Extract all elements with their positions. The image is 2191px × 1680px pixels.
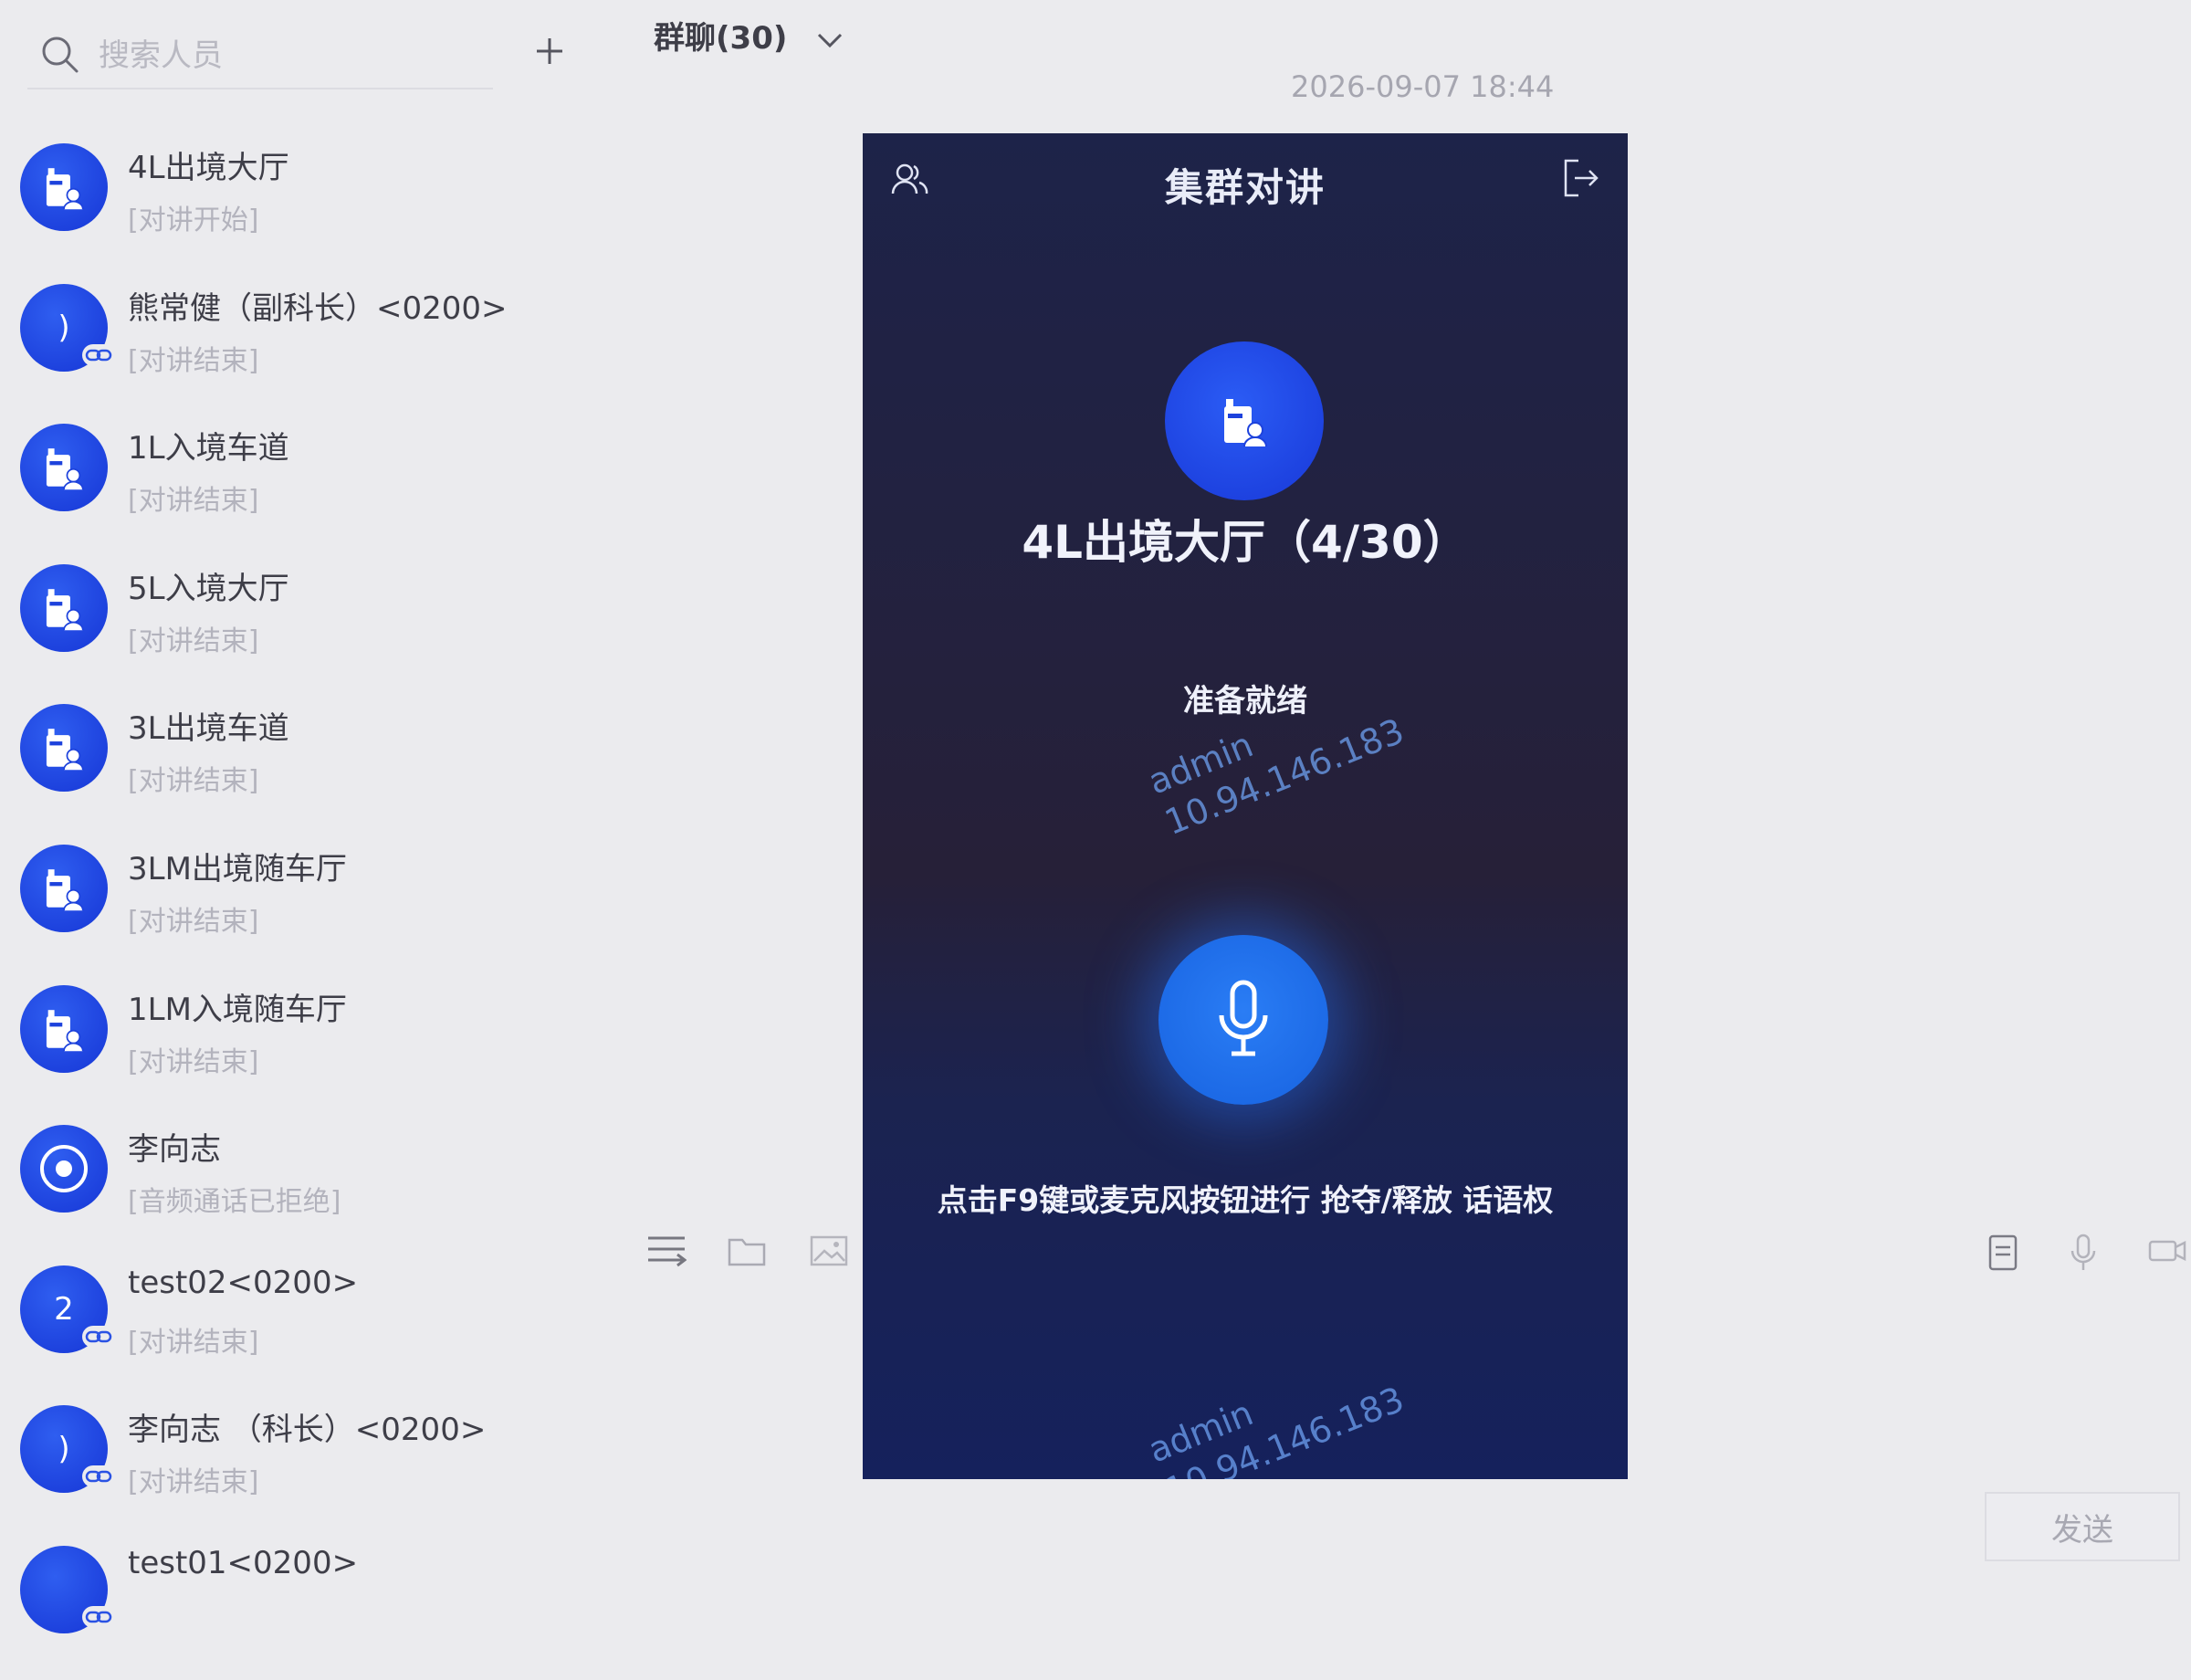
contact-list-item[interactable]: ) 李向志 （科长）<0200> [对讲结束] bbox=[0, 1399, 584, 1539]
search-input[interactable] bbox=[97, 33, 484, 79]
send-button[interactable]: 发送 bbox=[1985, 1492, 2180, 1561]
search-box bbox=[27, 26, 493, 89]
add-icon[interactable] bbox=[529, 31, 570, 71]
walkie-talkie-icon[interactable] bbox=[1987, 1233, 2019, 1276]
contact-status: [对讲结束] bbox=[128, 625, 259, 657]
image-icon[interactable] bbox=[809, 1233, 849, 1273]
contact-name: 熊常健（副科长）<0200> bbox=[128, 289, 508, 327]
contact-sidebar: 4L出境大厅 [对讲开始]) 熊常健（副科长）<0200> [对讲结束] 1L入境车道 [… bbox=[0, 0, 584, 1633]
watermark: admin 10.94.146.183 bbox=[1142, 1379, 1410, 1479]
contact-list-item[interactable]: test01<0200> bbox=[0, 1539, 584, 1680]
avatar: ) bbox=[20, 1405, 115, 1494]
contact-list-item[interactable]: 1LM入境随车厅 [对讲结束] bbox=[0, 979, 584, 1119]
contact-name: 5L入境大厅 bbox=[128, 570, 289, 607]
contact-list-item[interactable]: 1L入境车道 [对讲结束] bbox=[0, 417, 584, 558]
contact-list-item[interactable]: 5L入境大厅 [对讲结束] bbox=[0, 558, 584, 698]
link-icon bbox=[82, 343, 115, 366]
contact-status: [音频通话已拒绝] bbox=[128, 1186, 341, 1219]
avatar: 2 bbox=[20, 1265, 115, 1353]
contact-status: [对讲结束] bbox=[128, 1045, 259, 1078]
video-camera-icon[interactable] bbox=[2147, 1233, 2187, 1273]
contact-name: test02<0200> bbox=[128, 1264, 359, 1301]
contact-status: [对讲结束] bbox=[128, 905, 259, 938]
avatar bbox=[20, 1545, 115, 1633]
microphone-icon bbox=[1219, 980, 1268, 1056]
contact-status: [对讲结束] bbox=[128, 344, 259, 377]
walkie-talkie-icon bbox=[20, 143, 108, 231]
exit-icon[interactable] bbox=[1562, 157, 1600, 203]
link-icon bbox=[82, 1325, 115, 1348]
contact-name: 1L入境车道 bbox=[128, 430, 289, 467]
walkie-talkie-icon bbox=[20, 844, 108, 932]
contact-name: test01<0200> bbox=[128, 1544, 359, 1581]
active-group-name: 4L出境大厅（4/30） bbox=[1022, 516, 1469, 569]
contact-name: 李向志 bbox=[128, 1131, 221, 1169]
menu-lines-icon[interactable] bbox=[646, 1233, 687, 1273]
contact-list-item[interactable]: ) 熊常健（副科长）<0200> [对讲结束] bbox=[0, 278, 584, 418]
push-to-talk-mic-button[interactable] bbox=[1158, 935, 1328, 1105]
contact-name: 4L出境大厅 bbox=[128, 150, 289, 186]
message-timestamp: 2026-09-07 18:44 bbox=[1291, 69, 1555, 104]
microphone-icon[interactable] bbox=[2069, 1233, 2098, 1276]
avatar: ) bbox=[20, 283, 115, 372]
contact-status: [对讲结束] bbox=[128, 1466, 259, 1499]
contact-status: [对讲结束] bbox=[128, 1326, 259, 1359]
contact-status: [对讲开始] bbox=[128, 205, 259, 236]
contact-name: 李向志 （科长）<0200> bbox=[128, 1412, 487, 1449]
talk-hint: 点击F9键或麦克风按钮进行 抢夺/释放 话语权 bbox=[937, 1182, 1554, 1218]
contact-name: 3L出境车道 bbox=[128, 710, 289, 748]
chevron-down-icon bbox=[818, 33, 843, 47]
contact-status: [对讲结束] bbox=[128, 485, 259, 518]
contact-name: 1LM入境随车厅 bbox=[128, 991, 347, 1028]
contact-name: 3LM出境随车厅 bbox=[128, 850, 347, 887]
walkie-talkie-icon bbox=[20, 984, 108, 1073]
group-chat-title[interactable]: 群聊(30) bbox=[654, 13, 844, 58]
camera-avatar-icon bbox=[20, 1125, 108, 1213]
contact-list-item[interactable]: 3LM出境随车厅 [对讲结束] bbox=[0, 838, 584, 979]
search-icon bbox=[42, 37, 79, 73]
cluster-intercom-dialog: 集群对讲 4L出境大厅（4/30） 准备就绪 admin 10.94.146.1… bbox=[863, 133, 1628, 1479]
link-icon bbox=[82, 1605, 115, 1628]
contact-list: 4L出境大厅 [对讲开始]) 熊常健（副科长）<0200> [对讲结束] 1L入境车道 [… bbox=[0, 137, 584, 1680]
walkie-talkie-icon bbox=[20, 424, 108, 512]
group-walkie-talkie-icon bbox=[1165, 341, 1324, 500]
intercom-title: 集群对讲 bbox=[1164, 165, 1326, 210]
folder-icon[interactable] bbox=[727, 1233, 767, 1273]
walkie-talkie-icon bbox=[20, 563, 108, 652]
contact-status: [对讲结束] bbox=[128, 765, 259, 798]
contact-list-item[interactable]: 2 test02<0200> [对讲结束] bbox=[0, 1259, 584, 1400]
contact-list-item[interactable]: 4L出境大厅 [对讲开始] bbox=[0, 137, 584, 278]
walkie-talkie-icon bbox=[20, 704, 108, 793]
contact-list-item[interactable]: 李向志 [音频通话已拒绝] bbox=[0, 1118, 584, 1259]
link-icon bbox=[82, 1465, 115, 1488]
contact-list-item[interactable]: 3L出境车道 [对讲结束] bbox=[0, 698, 584, 838]
ready-status: 准备就绪 bbox=[1183, 683, 1307, 719]
